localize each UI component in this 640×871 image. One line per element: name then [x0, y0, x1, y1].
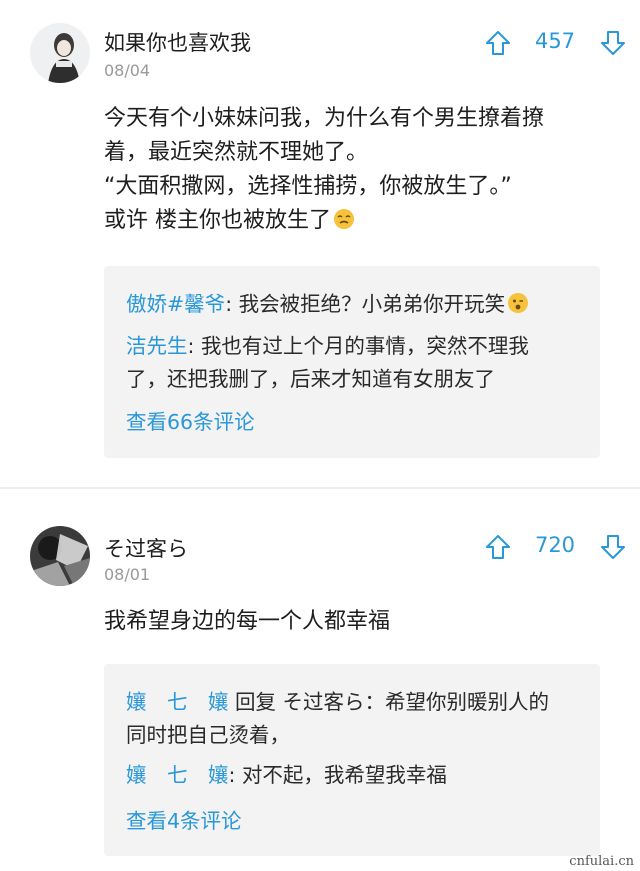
arrow-up-icon[interactable] [485, 30, 511, 56]
reply-separator: ： [364, 690, 386, 714]
reply-author[interactable]: 傲娇#馨爷 [126, 292, 225, 316]
view-more-comments-link[interactable]: 查看4条评论 [126, 804, 242, 834]
reply-text-continued: 同时把自己烫着， [126, 723, 290, 747]
post-content: 今天有个小妹妹问我，为什么有个男生撩着撩 着，最近突然就不理她了。 “大面积撒网… [104, 102, 614, 238]
avatar[interactable] [30, 23, 90, 83]
reply-separator: : [187, 334, 201, 358]
reply-mid-label: 回复 [228, 690, 283, 714]
post-divider [0, 487, 640, 489]
post-line: 今天有个小妹妹问我，为什么有个男生撩着撩 [104, 106, 545, 131]
post-line: 或许 楼主你也被放生了 [104, 208, 331, 233]
reply-separator: : [228, 763, 242, 787]
reply-text: 希望你别暖别人的 [385, 690, 550, 714]
reply-author[interactable]: 孃 七 孃 [126, 763, 229, 787]
comment-post: そ过客ら 08/01 720 我希望身边的每一个人都幸福 孃 七 孃 回复 そ过… [0, 490, 640, 871]
reply-preview: 孃 七 孃 回复 そ过客ら：希望你别暖别人的 同时把自己烫着， 孃 七 孃: 对… [104, 664, 600, 856]
reply-item[interactable]: 孃 七 孃: 对不起，我希望我幸福 [126, 759, 586, 792]
vote-count: 720 [534, 533, 576, 557]
post-date: 08/01 [104, 565, 151, 584]
avatar[interactable] [30, 526, 90, 586]
post-line: “大面积撒网，选择性捕捞，你被放生了。” [104, 174, 512, 199]
post-content: 我希望身边的每一个人都幸福 [104, 605, 614, 639]
post-line: 着，最近突然就不理她了。 [104, 140, 369, 165]
watermark-text: cnfulai.cn [569, 854, 634, 869]
arrow-down-icon[interactable] [600, 534, 626, 560]
tired-face-emoji [333, 207, 355, 229]
reply-author[interactable]: 孃 七 孃 [126, 690, 229, 714]
vote-count: 457 [534, 29, 576, 53]
reply-text: 我也有过上个月的事情，突然不理我 [200, 334, 529, 358]
reply-author[interactable]: 洁先生 [126, 334, 188, 358]
reply-preview: 傲娇#馨爷: 我会被拒绝？小弟弟你开玩笑 洁先生: 我也有过上个月的事情，突然不… [104, 266, 600, 458]
comment-post: 如果你也喜欢我 08/04 457 今天有个小妹妹问我，为什么有个男生撩着撩 着… [0, 0, 640, 488]
arrow-down-icon[interactable] [600, 30, 626, 56]
reply-text-continued: 了，还把我删了，后来才知道有女朋友了 [126, 367, 495, 391]
reply-separator: : [225, 292, 239, 316]
post-line: 我希望身边的每一个人都幸福 [104, 609, 391, 634]
arrow-up-icon[interactable] [485, 534, 511, 560]
post-date: 08/04 [104, 61, 151, 80]
reply-item[interactable]: 傲娇#馨爷: 我会被拒绝？小弟弟你开玩笑 [126, 288, 586, 321]
username[interactable]: そ过客ら [104, 533, 188, 563]
view-more-comments-link[interactable]: 查看66条评论 [126, 405, 255, 435]
reply-item[interactable]: 孃 七 孃 回复 そ过客ら：希望你别暖别人的 同时把自己烫着， [126, 686, 586, 752]
winking-face-emoji [507, 291, 529, 313]
username[interactable]: 如果你也喜欢我 [104, 27, 251, 57]
reply-text: 我会被拒绝？小弟弟你开玩笑 [238, 292, 506, 316]
reply-target: そ过客ら [282, 690, 365, 714]
reply-text: 对不起，我希望我幸福 [241, 763, 447, 787]
reply-item[interactable]: 洁先生: 我也有过上个月的事情，突然不理我 了，还把我删了，后来才知道有女朋友了 [126, 330, 586, 396]
